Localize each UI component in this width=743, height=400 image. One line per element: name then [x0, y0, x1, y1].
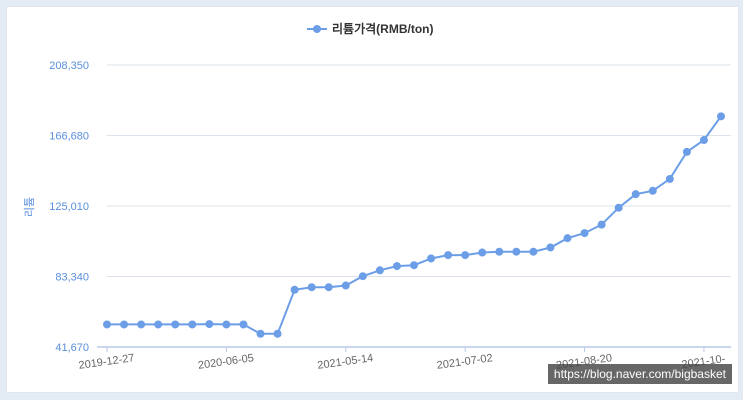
legend-marker	[313, 25, 321, 33]
data-point[interactable]	[120, 320, 129, 329]
data-point[interactable]	[580, 229, 589, 238]
data-point[interactable]	[341, 281, 350, 290]
data-point[interactable]	[427, 254, 436, 263]
data-point[interactable]	[188, 320, 197, 329]
series-layer	[103, 112, 725, 338]
x-tick-label: 2019-12-27	[78, 352, 135, 372]
data-point[interactable]	[597, 220, 606, 229]
data-point[interactable]	[273, 329, 282, 338]
data-point[interactable]	[171, 320, 180, 329]
y-axis: 41,670 83,340 125,010 166,680 208,350	[49, 60, 89, 354]
legend-label: 리튬가격(RMB/ton)	[332, 21, 433, 36]
data-point[interactable]	[154, 320, 163, 329]
x-tick-label: 2021-07-02	[436, 352, 493, 372]
watermark: https://blog.naver.com/bigbasket	[547, 364, 732, 384]
legend[interactable]: 리튬가격(RMB/ton)	[307, 21, 433, 36]
data-point[interactable]	[682, 147, 691, 156]
data-point[interactable]	[546, 243, 555, 252]
x-tick-label: 2021-05-14	[317, 352, 374, 372]
y-tick-label: 83,340	[55, 272, 89, 284]
data-point[interactable]	[256, 329, 265, 338]
data-point[interactable]	[717, 112, 725, 121]
grid-lines	[107, 64, 731, 277]
data-point[interactable]	[614, 203, 623, 212]
data-point[interactable]	[410, 261, 418, 270]
data-point[interactable]	[205, 320, 214, 329]
data-point[interactable]	[461, 251, 470, 260]
data-point[interactable]	[529, 247, 538, 256]
data-point[interactable]	[563, 234, 572, 243]
data-point[interactable]	[512, 247, 521, 256]
y-tick-label: 208,350	[49, 60, 89, 72]
x-tick-label: 2020-06-05	[197, 352, 254, 372]
data-point[interactable]	[307, 283, 316, 292]
data-point[interactable]	[631, 190, 640, 199]
data-point[interactable]	[324, 283, 333, 292]
data-point[interactable]	[648, 186, 657, 195]
line-chart: 41,670 83,340 125,010 166,680 208,350 2019-1…	[23, 21, 731, 372]
data-point[interactable]	[239, 320, 248, 329]
y-axis-title: 리튬	[23, 197, 36, 217]
data-point[interactable]	[290, 285, 299, 294]
data-point[interactable]	[478, 248, 487, 257]
data-point[interactable]	[444, 251, 453, 260]
data-point[interactable]	[103, 320, 111, 329]
data-point[interactable]	[665, 174, 674, 183]
data-point[interactable]	[358, 272, 367, 281]
chart-frame: 41,670 83,340 125,010 166,680 208,350 2019-1…	[6, 6, 739, 393]
y-tick-label: 125,010	[49, 201, 89, 213]
data-point[interactable]	[699, 136, 708, 145]
data-point[interactable]	[495, 247, 504, 256]
data-point[interactable]	[375, 266, 384, 275]
data-point[interactable]	[392, 262, 401, 271]
y-tick-label: 166,680	[49, 131, 89, 143]
data-point[interactable]	[137, 320, 146, 329]
y-tick-label: 41,670	[55, 342, 89, 354]
series-line	[107, 115, 722, 335]
data-point[interactable]	[222, 320, 231, 329]
